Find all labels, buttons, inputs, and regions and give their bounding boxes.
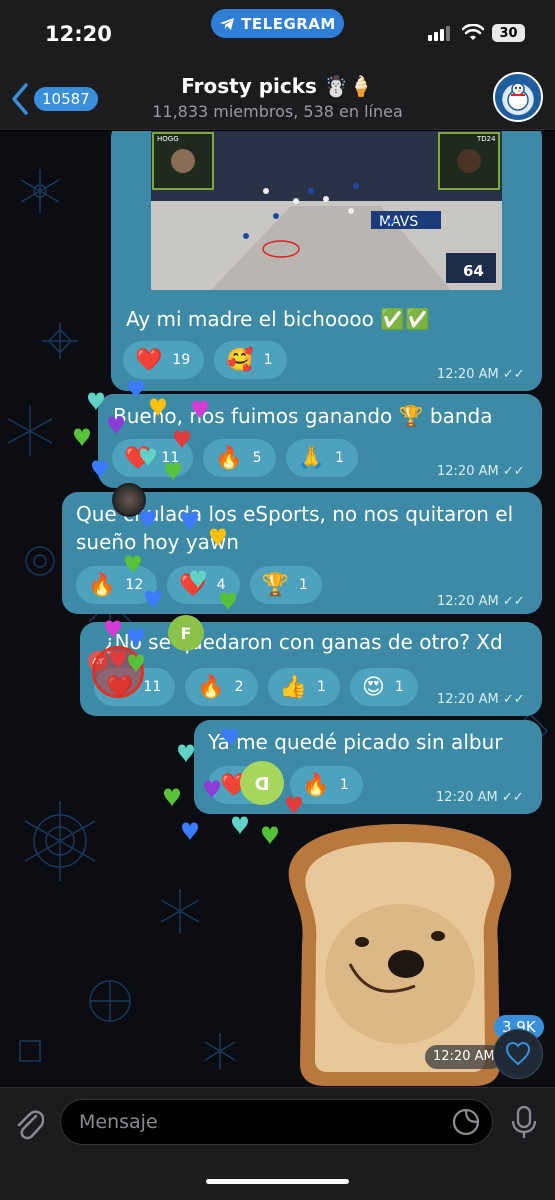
reaction-pray[interactable]: 🙏 1: [285, 439, 358, 477]
court-text: MAVS: [379, 214, 418, 230]
message-time: 12:20 AM ✓✓: [437, 367, 525, 382]
reaction-count: 2: [234, 679, 244, 695]
pray-emoji-icon: 🙏: [297, 445, 325, 471]
read-check-icon: ✓✓: [502, 367, 525, 382]
fire-emoji-icon: 🔥: [88, 572, 116, 598]
reaction-count: 1: [263, 352, 273, 368]
reaction-fire[interactable]: 🔥 12: [76, 566, 158, 604]
read-check-icon: ✓✓: [502, 594, 525, 609]
microphone-icon[interactable]: [510, 1105, 538, 1141]
app-pill-label: TELEGRAM: [241, 14, 336, 33]
fire-emoji-icon: 🔥: [302, 772, 330, 798]
message-time: 12:20 AM ✓✓: [437, 594, 525, 609]
reaction-heart-eyes[interactable]: 😍 1: [349, 668, 418, 706]
chat-header: 10587 Frosty picks ☃️🍦 11,833 miembros, …: [0, 62, 555, 130]
game-video-thumbnail[interactable]: MAVS HOGG TD24 64: [151, 131, 502, 290]
reactions-row: 🔥 12 ❤️ 4 🏆 1: [76, 566, 322, 604]
reaction-heart[interactable]: ❤️ 11: [112, 439, 194, 477]
status-bar: 12:20 TELEGRAM 30: [0, 0, 555, 62]
chat-area[interactable]: MAVS HOGG TD24 64 Ay mi madre el bichooo…: [0, 131, 555, 1087]
reactions-row: ❤️ 19 🥰 1: [123, 341, 287, 379]
reaction-fire[interactable]: 🔥 1: [290, 766, 363, 804]
message-text: ¿No se quedaron con ganas de otro? Xd: [104, 630, 503, 654]
message-time: 12:20 AM ✓✓: [437, 464, 525, 479]
fire-emoji-icon: 🔥: [215, 445, 243, 471]
group-avatar[interactable]: [493, 72, 543, 122]
read-check-icon: ✓✓: [501, 790, 524, 805]
reaction-count: 1: [334, 450, 344, 466]
reaction-thumbs-up[interactable]: 👍 1: [267, 668, 340, 706]
sticker-time: 12:20 AM: [425, 1045, 503, 1069]
reactions-row: ❤️ 11 🔥 5 🙏 1: [112, 439, 358, 477]
home-indicator[interactable]: [206, 1179, 349, 1184]
snowman-logo-icon: [507, 82, 529, 111]
app-pill[interactable]: TELEGRAM: [211, 9, 344, 38]
heart-emoji-icon: ❤️: [135, 347, 163, 373]
status-time: 12:20: [45, 22, 112, 46]
reaction-count: 1: [339, 777, 349, 793]
reaction-fire[interactable]: 🔥 5: [203, 439, 276, 477]
chat-subtitle: 11,833 miembros, 538 en línea: [152, 102, 403, 121]
reaction-hearts-face[interactable]: 🥰 1: [214, 341, 287, 379]
message-field[interactable]: [60, 1099, 493, 1145]
read-check-icon: ✓✓: [502, 464, 525, 479]
message-bubble[interactable]: Bueno, nos fuimos ganando 🏆 banda ❤️ 11 🔥…: [98, 394, 542, 488]
message-text: Ya me quedé picado sin albur: [208, 730, 503, 754]
reaction-heart[interactable]: ❤️ 4: [167, 566, 240, 604]
heart-emoji-icon: ❤️: [179, 572, 207, 598]
message-time: 12:20 AM ✓✓: [436, 790, 524, 805]
thumbs-up-emoji-icon: 👍: [279, 674, 307, 700]
message-text: Ay mi madre el bichoooo ✅✅: [126, 307, 431, 331]
sticker-emoji-icon[interactable]: [451, 1107, 481, 1137]
reaction-trophy[interactable]: 🏆 1: [249, 566, 322, 604]
trophy-emoji-icon: 🏆: [261, 572, 289, 598]
message-text: Bueno, nos fuimos ganando 🏆 banda: [113, 404, 493, 428]
message-input[interactable]: [79, 1100, 439, 1144]
battery-icon: 30: [492, 24, 525, 42]
heart-eyes-emoji-icon: 😍: [361, 674, 385, 700]
score-text: 64: [463, 262, 484, 280]
reaction-count: 12: [125, 577, 144, 593]
message-time: 12:20 AM ✓✓: [437, 692, 525, 707]
message-bubble[interactable]: ¿No se quedaron con ganas de otro? Xd ❤️…: [80, 622, 542, 716]
reaction-count: 11: [161, 450, 180, 466]
chat-title[interactable]: Frosty picks ☃️🍦: [0, 74, 555, 98]
reaction-count: 4: [216, 577, 226, 593]
message-bubble[interactable]: Ay mi madre el bichoooo ✅✅ ❤️ 19 🥰 1 12:20…: [111, 291, 542, 391]
cellular-signal-icon: [428, 26, 450, 41]
heart-emoji-icon: ❤️: [124, 445, 152, 471]
reaction-count: 11: [143, 679, 162, 695]
reaction-count: 1: [298, 577, 308, 593]
reaction-count: 1: [316, 679, 326, 695]
reactions-row: ❤️1 🔥1: [208, 766, 363, 804]
sender-avatar[interactable]: [112, 483, 146, 517]
basketball-game-image: MAVS HOGG TD24 64: [151, 131, 502, 290]
smiling-hearts-emoji-icon: 🥰: [226, 347, 254, 373]
attachment-paperclip-icon[interactable]: [14, 1106, 44, 1140]
fire-emoji-icon: 🔥: [197, 674, 225, 700]
sender-avatar-f[interactable]: F: [168, 615, 204, 651]
right-cam-name: TD24: [476, 135, 496, 143]
heart-outline-icon: [505, 1042, 531, 1066]
reaction-count: 1: [394, 679, 404, 695]
reaction-fire[interactable]: 🔥 2: [185, 668, 258, 706]
sticker-like-button[interactable]: [493, 1029, 543, 1079]
reaction-heart[interactable]: ❤️ 19: [123, 341, 205, 379]
animated-heart-reaction: [92, 646, 144, 698]
message-text: Que chulada los eSports, no nos quitaron…: [76, 502, 514, 554]
read-check-icon: ✓✓: [502, 692, 525, 707]
reaction-count: 5: [252, 450, 262, 466]
reaction-count: 19: [172, 352, 191, 368]
left-cam-name: HOGG: [157, 135, 179, 143]
wifi-icon: [462, 24, 484, 40]
telegram-icon: [220, 17, 235, 30]
sender-avatar-d[interactable]: D: [240, 761, 284, 805]
